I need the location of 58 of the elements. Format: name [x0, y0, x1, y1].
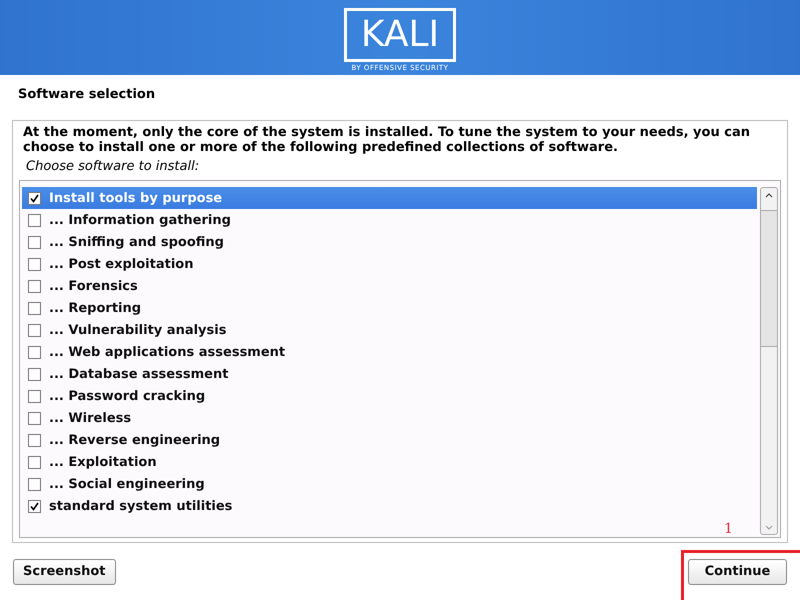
check-icon	[30, 194, 39, 202]
software-item[interactable]: ... Web applications assessment	[22, 341, 757, 363]
item-label: ... Wireless	[49, 410, 132, 426]
item-label: ... Forensics	[49, 278, 138, 294]
checkbox[interactable]	[28, 324, 41, 336]
item-label: standard system utilities	[49, 498, 232, 514]
checkbox[interactable]	[28, 280, 41, 292]
item-label: ... Password cracking	[49, 388, 206, 404]
software-item[interactable]: ... Post exploitation	[22, 253, 757, 275]
checkbox[interactable]	[28, 236, 41, 248]
item-label: ... Database assessment	[49, 366, 228, 382]
checkbox[interactable]	[28, 192, 41, 204]
checkbox[interactable]	[28, 368, 41, 380]
software-item[interactable]: ... Database assessment	[22, 363, 757, 385]
item-label: ... Reporting	[49, 300, 142, 316]
checkbox[interactable]	[28, 412, 41, 424]
software-item[interactable]: ... Information gathering	[22, 209, 757, 231]
annotation-number: 1	[724, 521, 733, 537]
scroll-thumb[interactable]	[761, 210, 777, 347]
checkbox[interactable]	[28, 258, 41, 270]
item-label: ... Web applications assessment	[49, 344, 286, 360]
scroll-down-icon[interactable]	[765, 524, 773, 530]
checkbox[interactable]	[28, 214, 41, 226]
item-label: ... Vulnerability analysis	[49, 322, 226, 338]
item-label: ... Social engineering	[49, 476, 205, 492]
software-item[interactable]: Install tools by purpose	[22, 187, 757, 209]
software-item[interactable]: ... Reporting	[22, 297, 757, 319]
software-item[interactable]: standard system utilities	[22, 495, 757, 517]
checkbox[interactable]	[28, 302, 41, 314]
software-item[interactable]: ... Sniffing and spoofing	[22, 231, 757, 253]
item-label: ... Information gathering	[49, 212, 231, 228]
software-item[interactable]: ... Exploitation	[22, 451, 757, 473]
prompt-label: Choose software to install:	[25, 158, 200, 176]
continue-button[interactable]: Continue	[688, 558, 787, 584]
item-label: ... Sniffing and spoofing	[49, 234, 224, 250]
item-label: ... Exploitation	[49, 454, 157, 470]
software-item[interactable]: ... Password cracking	[22, 385, 757, 407]
software-item[interactable]: ... Vulnerability analysis	[22, 319, 757, 341]
checkbox[interactable]	[28, 434, 41, 446]
logo: KALI	[344, 8, 456, 62]
software-item[interactable]: ... Social engineering	[22, 473, 757, 495]
checkbox[interactable]	[28, 456, 41, 468]
scrollbar[interactable]	[760, 187, 778, 535]
software-item[interactable]: ... Forensics	[22, 275, 757, 297]
checkbox[interactable]	[28, 500, 41, 512]
intro-text: At the moment, only the core of the system is installed. To tune the system to your needs, you can choose to install one or more of the following predefined collections of software.	[22, 125, 751, 155]
item-label: ... Reverse engineering	[49, 432, 220, 448]
item-label: ... Post exploitation	[49, 256, 194, 272]
checkbox[interactable]	[28, 390, 41, 402]
check-icon	[30, 502, 39, 510]
scroll-up-icon[interactable]	[765, 192, 773, 198]
software-item[interactable]: ... Wireless	[22, 407, 757, 429]
item-label: Install tools by purpose	[49, 190, 222, 206]
checkbox[interactable]	[28, 478, 41, 490]
checkbox[interactable]	[28, 346, 41, 358]
page-title: Software selection	[17, 86, 156, 104]
screenshot-button[interactable]: Screenshot	[13, 558, 116, 584]
software-item[interactable]: ... Reverse engineering	[22, 429, 757, 451]
